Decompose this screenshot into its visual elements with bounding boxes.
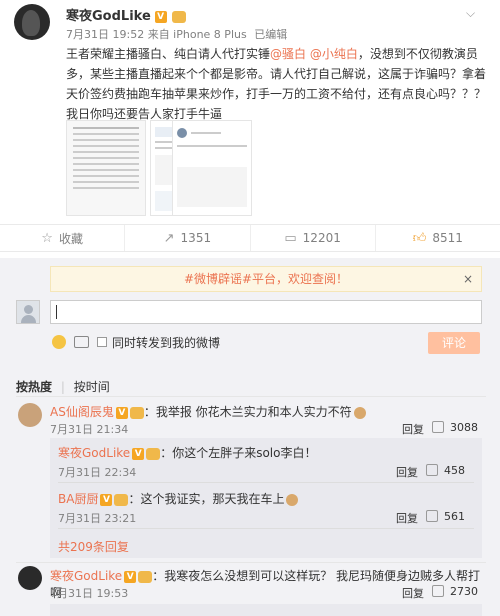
star-icon: ☆ — [41, 230, 53, 246]
thumbs-up-icon — [426, 464, 438, 476]
current-user-avatar[interactable] — [16, 300, 40, 324]
comment-button[interactable]: ▭ 12201 — [251, 225, 376, 251]
verified-badge: V — [100, 493, 113, 506]
comment-like-button[interactable]: 3088 — [432, 421, 478, 434]
emoji-icon — [286, 493, 299, 506]
sort-divider: | — [60, 380, 65, 394]
post-text-part1: 王者荣耀主播骚白、纯白请人代打实锤 — [66, 47, 271, 61]
thumbs-up-icon: 👍︎ — [412, 230, 427, 246]
tab-sort-hot[interactable]: 按热度 — [16, 380, 52, 394]
divider — [16, 396, 486, 397]
verified-badge: V — [115, 406, 128, 419]
close-icon[interactable]: × — [463, 267, 473, 291]
comment-time: 7月31日 21:34 — [50, 423, 129, 436]
mention-link[interactable]: @骚白 — [270, 47, 306, 61]
like-count: 8511 — [432, 231, 463, 245]
emoji-icon — [353, 406, 366, 419]
reply-button[interactable]: 回复 — [402, 585, 424, 601]
reply-text: ：这个我证实，那天我在车上 — [128, 492, 285, 506]
thumbs-up-icon — [432, 421, 444, 433]
text-caret — [56, 305, 57, 319]
post-edited[interactable]: 已编辑 — [254, 28, 287, 41]
divider — [58, 528, 474, 529]
comment-like-count: 2730 — [450, 585, 478, 598]
reply-time: 7月31日 23:21 — [58, 512, 137, 525]
reply-button[interactable]: 回复 — [396, 510, 418, 526]
comment-body: AS仙阁辰鬼 V ：我举报 你花木兰实力和本人实力不符 — [50, 403, 470, 420]
post-meta: 7月31日 19:52 来自 iPhone 8 Plus 已编辑 — [66, 26, 287, 42]
favorite-label: 收藏 — [58, 231, 83, 246]
notice-text[interactable]: #微博辟谣#平台，欢迎查阅！ — [184, 272, 348, 286]
post-image[interactable] — [66, 120, 146, 216]
verified-badge: V — [124, 570, 137, 583]
reply-thread: 寒夜GodLike V ：你这个左胖子来solo李白！ 7月31日 22:34 回复… — [50, 438, 482, 558]
reply-button[interactable]: 回复 — [396, 464, 418, 480]
medal-icon — [114, 493, 129, 506]
repost-button[interactable]: ↗ 1351 — [125, 225, 251, 251]
reply-like-count: 561 — [444, 510, 465, 523]
reply-time: 7月31日 22:34 — [58, 466, 137, 479]
comment-icon: ▭ — [284, 230, 297, 246]
reply-text: ：你这个左胖子来solo李白！ — [160, 446, 317, 460]
post-action-bar: ☆ 收藏 ↗ 1351 ▭ 12201 👍︎ 8511 — [0, 224, 500, 252]
post-author-name[interactable]: 寒夜GodLike — [66, 9, 151, 24]
author-avatar[interactable] — [14, 4, 50, 40]
chevron-down-icon[interactable]: ⌵ — [466, 6, 475, 21]
comment-text: ：我举报 你花木兰实力和本人实力不符 — [143, 405, 352, 419]
repost-icon: ↗ — [163, 230, 175, 246]
notice-banner[interactable]: #微博辟谣#平台，欢迎查阅！ × — [50, 266, 482, 292]
commenter-name[interactable]: BA厨厨 — [58, 492, 98, 506]
medal-icon — [146, 447, 161, 460]
reply-item: 寒夜GodLike V ：你这个左胖子来solo李白！ — [58, 444, 316, 461]
repost-count: 1351 — [180, 231, 212, 245]
sync-repost-checkbox[interactable] — [97, 337, 107, 347]
comment-time: 7月31日 19:53 — [50, 587, 129, 600]
commenter-name[interactable]: AS仙阁辰鬼 — [50, 405, 114, 419]
thumbs-up-icon — [432, 585, 444, 597]
verified-badge: V — [132, 447, 145, 460]
sort-tabs: 按热度 | 按时间 — [16, 378, 110, 395]
medal-icon — [172, 10, 187, 23]
comment-input[interactable] — [50, 300, 482, 324]
mention-link[interactable]: @小纯白 — [310, 47, 358, 61]
reply-like-button[interactable]: 458 — [426, 464, 465, 477]
comment-like-button[interactable]: 2730 — [432, 585, 478, 598]
commenter-avatar[interactable] — [18, 403, 42, 427]
reply-item: BA厨厨 V ：这个我证实，那天我在车上 — [58, 490, 299, 507]
verified-badge: V — [154, 10, 167, 23]
commenter-avatar[interactable] — [18, 566, 42, 590]
more-replies-link[interactable]: 共209条回复 — [58, 538, 129, 555]
post-text: 王者荣耀主播骚白、纯白请人代打实锤@骚白 @小纯白，没想到不仅彻教演员多，某些主… — [66, 44, 486, 124]
emoji-icon[interactable] — [52, 335, 66, 349]
comment-count: 12201 — [302, 231, 341, 245]
commenter-name[interactable]: 寒夜GodLike — [58, 446, 130, 460]
tab-sort-time[interactable]: 按时间 — [74, 380, 110, 394]
reply-like-count: 458 — [444, 464, 465, 477]
post-time-source[interactable]: 7月31日 19:52 来自 iPhone 8 Plus — [66, 28, 247, 41]
reply-like-button[interactable]: 561 — [426, 510, 465, 523]
medal-icon — [138, 570, 153, 583]
submit-comment-button[interactable]: 评论 — [428, 332, 480, 354]
like-button[interactable]: 👍︎ 8511 — [376, 225, 500, 251]
medal-icon — [129, 406, 144, 419]
thumbs-up-icon — [426, 510, 438, 522]
post-image[interactable] — [172, 120, 252, 216]
divider — [58, 482, 474, 483]
favorite-button[interactable]: ☆ 收藏 — [0, 225, 126, 251]
comment-section: #微博辟谣#平台，欢迎查阅！ × 同时转发到我的微博 评论 按热度 | 按时间 … — [0, 258, 500, 616]
next-reply-preview — [50, 604, 482, 616]
image-upload-icon[interactable] — [74, 336, 89, 348]
divider — [16, 562, 486, 563]
post-author-row: 寒夜GodLike V — [66, 5, 187, 24]
commenter-name[interactable]: 寒夜GodLike — [50, 569, 122, 583]
comment-like-count: 3088 — [450, 421, 478, 434]
sync-repost-label[interactable]: 同时转发到我的微博 — [112, 334, 220, 351]
reply-button[interactable]: 回复 — [402, 421, 424, 437]
